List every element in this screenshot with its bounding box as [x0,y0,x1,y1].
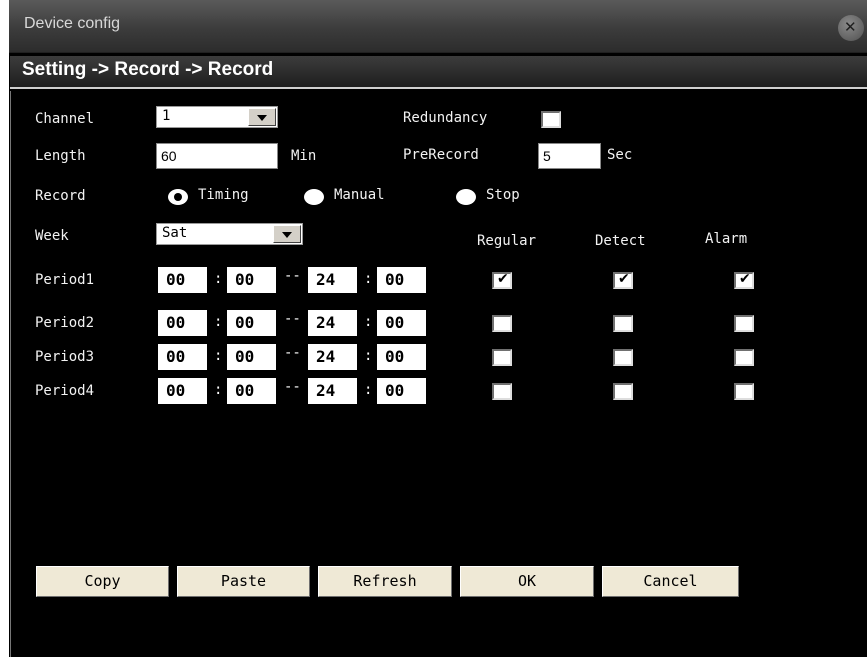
period-start-hour[interactable]: 00 [158,310,207,336]
period-end-minute[interactable]: 00 [377,344,426,370]
period-end-minute[interactable]: 00 [377,378,426,404]
regular-checkbox[interactable] [492,271,512,289]
period-label: Period4 [35,383,95,399]
paste-button[interactable]: Paste [177,566,310,597]
channel-value: 1 [162,108,171,124]
column-alarm: Alarm [705,231,748,247]
regular-checkbox[interactable] [492,383,512,400]
redundancy-label: Redundancy [403,110,488,126]
length-label: Length [35,148,86,164]
radio-manual-label: Manual [334,187,385,203]
prerecord-input[interactable]: 5 [538,143,601,169]
time-colon: : [364,382,373,398]
time-range-separator: -- [284,345,301,361]
period-start-minute[interactable]: 00 [227,378,276,404]
period-start-hour[interactable]: 00 [158,344,207,370]
time-colon: : [214,271,223,287]
time-colon: : [214,382,223,398]
copy-button[interactable]: Copy [36,566,169,597]
column-detect: Detect [595,233,646,249]
alarm-checkbox[interactable] [734,349,754,366]
week-value: Sat [162,225,188,241]
record-settings-panel: Channel 1 Redundancy Length 60 Min PreRe… [10,91,867,657]
alarm-checkbox[interactable] [734,383,754,400]
channel-select[interactable]: 1 [156,106,278,128]
breadcrumb: Setting -> Record -> Record [22,59,274,80]
period-label: Period3 [35,349,95,365]
length-input[interactable]: 60 [156,143,278,169]
detect-checkbox[interactable] [613,315,633,332]
column-regular: Regular [477,233,537,249]
breadcrumb-bar: Setting -> Record -> Record [10,56,867,89]
period-start-minute[interactable]: 00 [227,344,276,370]
prerecord-value: 5 [543,148,551,164]
period-end-minute[interactable]: 00 [377,310,426,336]
length-unit: Min [291,148,317,164]
radio-timing[interactable] [168,189,188,205]
title-bar[interactable]: Device config [9,0,867,53]
window-title: Device config [24,15,121,32]
period-end-hour[interactable]: 24 [308,267,357,293]
time-colon: : [364,271,373,287]
radio-stop-label: Stop [486,187,520,203]
period-end-minute[interactable]: 00 [377,267,426,293]
week-label: Week [35,228,69,244]
time-range-separator: -- [284,311,301,327]
prerecord-unit: Sec [607,147,633,163]
radio-timing-label: Timing [198,187,249,203]
period-start-hour[interactable]: 00 [158,378,207,404]
channel-label: Channel [35,111,95,127]
period-end-hour[interactable]: 24 [308,344,357,370]
refresh-button[interactable]: Refresh [318,566,452,597]
detect-checkbox[interactable] [613,383,633,400]
period-label: Period1 [35,272,95,288]
period-start-minute[interactable]: 00 [227,310,276,336]
period-end-hour[interactable]: 24 [308,310,357,336]
record-label: Record [35,188,86,204]
detect-checkbox[interactable] [613,349,633,366]
period-label: Period2 [35,315,95,331]
radio-stop[interactable] [456,189,476,205]
week-select[interactable]: Sat [156,223,303,245]
length-value: 60 [161,148,177,164]
time-range-separator: -- [284,268,301,284]
time-range-separator: -- [284,379,301,395]
prerecord-label: PreRecord [403,147,479,163]
device-config-window: Device config Setting -> Record -> Recor… [9,0,867,657]
regular-checkbox[interactable] [492,349,512,366]
time-colon: : [364,348,373,364]
time-colon: : [364,314,373,330]
time-colon: : [214,348,223,364]
redundancy-checkbox[interactable] [541,111,561,128]
detect-checkbox[interactable] [613,271,633,289]
chevron-down-icon[interactable] [273,225,301,243]
chevron-down-icon[interactable] [248,108,276,126]
period-start-hour[interactable]: 00 [158,267,207,293]
close-icon[interactable] [838,15,864,41]
ok-button[interactable]: OK [460,566,594,597]
alarm-checkbox[interactable] [734,315,754,332]
cancel-button[interactable]: Cancel [602,566,739,597]
period-start-minute[interactable]: 00 [227,267,276,293]
alarm-checkbox[interactable] [734,271,754,289]
radio-manual[interactable] [304,189,324,205]
period-end-hour[interactable]: 24 [308,378,357,404]
time-colon: : [214,314,223,330]
regular-checkbox[interactable] [492,315,512,332]
